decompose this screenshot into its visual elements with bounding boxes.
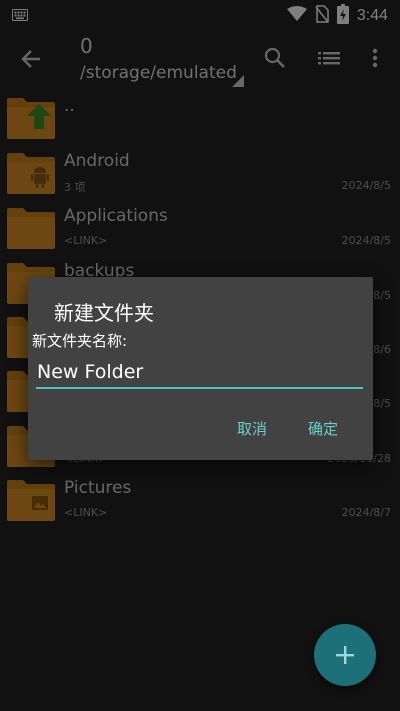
- ok-button[interactable]: 确定: [308, 418, 338, 439]
- new-folder-dialog: 新建文件夹 新文件夹名称: 取消 确定: [28, 277, 373, 460]
- plus-icon: [336, 646, 354, 664]
- dialog-title: 新建文件夹: [54, 301, 154, 325]
- folder-name-input[interactable]: [36, 357, 363, 389]
- cancel-button[interactable]: 取消: [237, 418, 267, 439]
- add-button[interactable]: [314, 624, 376, 686]
- folder-name-label: 新文件夹名称:: [32, 332, 128, 350]
